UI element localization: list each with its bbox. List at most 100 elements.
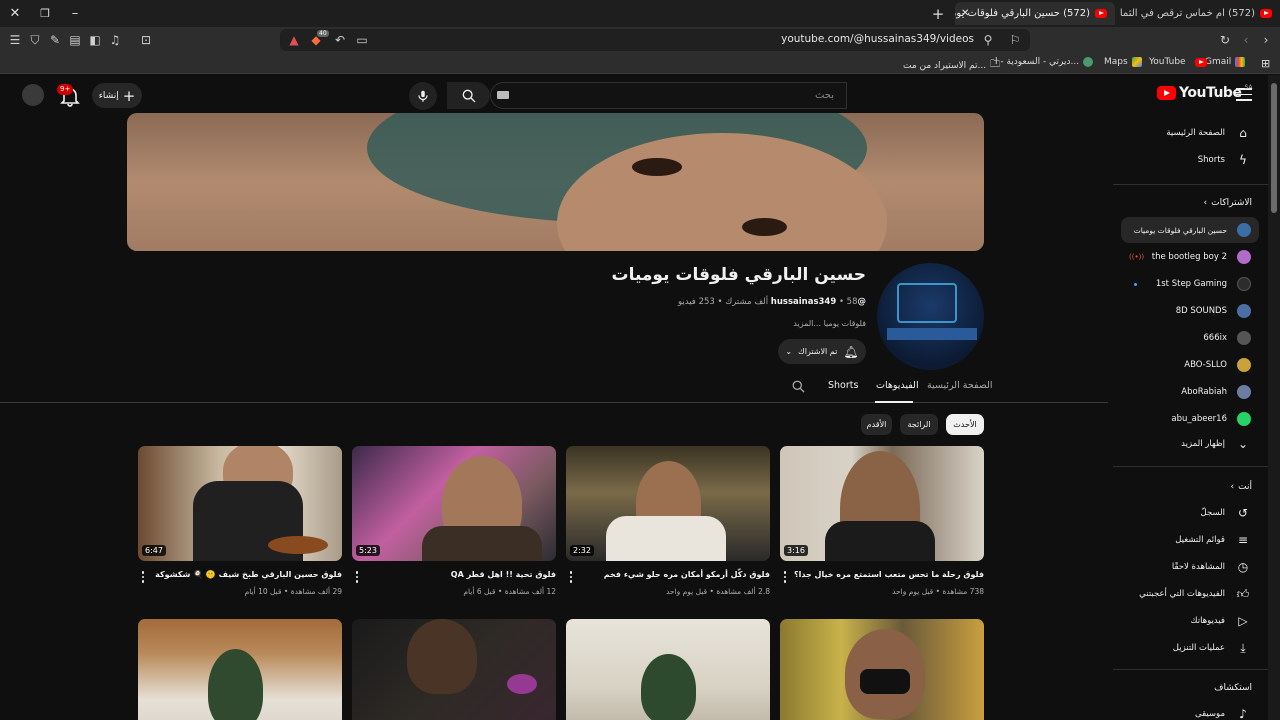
sidebar-sub-item[interactable]: حسين البارقي فلوقات يوميات (1121, 217, 1259, 243)
create-button[interactable]: + إنشاء (92, 83, 142, 108)
channel-search-icon[interactable] (791, 379, 806, 394)
sidebar-item-home[interactable]: الصفحة الرئيسية ⌂ (1121, 120, 1259, 146)
video-thumbnail[interactable] (566, 619, 770, 720)
page-scrollbar[interactable] (1268, 75, 1280, 720)
video-thumbnail[interactable]: 5:23 (352, 446, 556, 561)
back-history-icon[interactable]: ↶ (331, 31, 349, 49)
search-keyboard-icon[interactable] (497, 91, 509, 99)
video-thumbnail[interactable]: 3:16 (780, 446, 984, 561)
video-card[interactable]: 2:32 فلوق دكّل أرمكو أمكان مره حلو شيء ف… (566, 446, 770, 596)
video-thumbnail[interactable] (780, 619, 984, 720)
sidebar-item-history[interactable]: السجلّ ↺ (1121, 500, 1259, 526)
reload-icon[interactable]: ↻ (1216, 31, 1234, 49)
back-icon[interactable]: ‹ (1237, 31, 1255, 49)
tab-active[interactable]: (572) حسين البارقي فلوقات يوميات ✕ (955, 2, 1115, 25)
video-title[interactable]: فلوق رحلة ما تحس متعب استمتع مره خيال جد… (794, 570, 984, 579)
video-thumbnail[interactable]: 6:47 (138, 446, 342, 561)
tab-videos[interactable]: الفيديوهات (876, 380, 919, 391)
more-actions-icon[interactable] (568, 571, 574, 583)
video-card[interactable] (566, 619, 770, 720)
bookmark-icon[interactable]: ⚐ (1006, 31, 1024, 49)
bookmark-youtube[interactable]: YouTube (1149, 57, 1207, 67)
sidebar-sub-item[interactable]: ABO-SLLO (1121, 352, 1259, 378)
sidebar-item-your-videos[interactable]: فيديوهاتك ▷ (1121, 608, 1259, 634)
account-avatar[interactable] (22, 84, 44, 106)
sidebar-sub-item[interactable]: ((•)) the bootleg boy 2 (1121, 244, 1259, 270)
video-card[interactable] (780, 619, 984, 720)
you-heading[interactable]: ‹ أنت (1231, 482, 1252, 492)
video-thumbnail[interactable]: 2:32 (566, 446, 770, 561)
sidebar-item-liked[interactable]: الفيديوهات التي أعجبتني 👍︎ (1121, 581, 1259, 607)
apps-icon[interactable]: ⊞ (1261, 57, 1270, 70)
warning-icon[interactable]: ▲ (285, 31, 303, 49)
bookmark-dirty[interactable]: ديرتي - السعودية - ا... (995, 57, 1094, 67)
home-icon: ⌂ (1239, 126, 1247, 140)
search-input[interactable]: بحث (490, 82, 847, 109)
channel-description[interactable]: فلوقات يوميا ...المزيد (793, 319, 866, 328)
video-card[interactable]: 5:23 فلوق تحية !! اهل قطر QA 12 ألف مشاه… (352, 446, 556, 596)
sidebar-sub-item[interactable]: 8D SOUNDS (1121, 298, 1259, 324)
sidebar-sub-item[interactable]: abu_abeer16 (1121, 406, 1259, 432)
channel-avatar (1237, 250, 1251, 264)
address-bar[interactable]: ▲ ◆ 40 ↶ ▭ youtube.com/@hussainas349/vid… (280, 29, 1030, 51)
video-title[interactable]: فلوق حسين البارقي طبخ شيف 🤫 🍳 شكشوكة (155, 570, 342, 579)
video-duration: 6:47 (142, 545, 166, 556)
video-card[interactable] (138, 619, 342, 720)
restore-window-icon[interactable]: ❐ (30, 0, 60, 27)
minimize-window-icon[interactable]: – (60, 0, 90, 27)
sidebar-sub-item[interactable]: 1st Step Gaming (1121, 271, 1259, 297)
sidebar-sub-item[interactable]: AboRabiah (1121, 379, 1259, 405)
tab-inactive[interactable]: (572) ام خماس ترقص في الثمامة - be (1120, 2, 1280, 25)
channel-avatar (1237, 385, 1251, 399)
sidebar-item-downloads[interactable]: عمليات التنزيل ⤓ (1121, 635, 1259, 661)
video-title[interactable]: فلوق تحية !! اهل قطر QA (451, 570, 556, 579)
sidebar-item-music[interactable]: موسيقى ♪ (1121, 701, 1259, 720)
close-window-icon[interactable]: ✕ (0, 0, 30, 27)
tab-close-icon[interactable]: ✕ (961, 8, 969, 19)
new-tab-icon[interactable]: + (923, 0, 953, 27)
subscribed-button[interactable]: 🔔︎ تم الاشتراك ⌄ (778, 339, 866, 364)
screenshot-icon[interactable]: ⊡ (137, 31, 155, 49)
more-actions-icon[interactable] (140, 571, 146, 583)
pip-icon[interactable]: ▭ (353, 31, 371, 49)
scrollbar-thumb[interactable] (1271, 83, 1277, 213)
video-thumbnail[interactable] (138, 619, 342, 720)
youtube-logo[interactable]: YouTube SA (1157, 84, 1252, 101)
video-card[interactable]: 6:47 فلوق حسين البارقي طبخ شيف 🤫 🍳 شكشوك… (138, 446, 342, 596)
voice-search-button[interactable] (409, 82, 437, 110)
more-actions-icon[interactable] (354, 571, 360, 583)
more-actions-icon[interactable] (782, 571, 788, 583)
forward-icon[interactable]: › (1257, 31, 1275, 49)
bookmark-gmail[interactable]: Gmail (1205, 57, 1246, 67)
show-more-button[interactable]: إظهار المزيد ⌄ (1121, 431, 1259, 457)
video-card[interactable] (352, 619, 556, 720)
pen-icon[interactable]: ✎ (46, 31, 64, 49)
video-thumbnail[interactable] (352, 619, 556, 720)
tab-shorts[interactable]: Shorts (828, 380, 858, 391)
sidebar-item-shorts[interactable]: Shorts ϟ (1121, 147, 1259, 173)
divider (1113, 184, 1268, 185)
bookmark-imported-folder[interactable]: تم الاستيراد من مت... 🗀 (903, 57, 1000, 74)
chip-oldest[interactable]: الأقدم (861, 414, 892, 435)
channel-avatar (1237, 277, 1251, 291)
chip-popular[interactable]: الرائجة (900, 414, 938, 435)
shield-icon[interactable]: ⛉ (26, 31, 44, 49)
search-button[interactable] (447, 82, 490, 109)
tab-home[interactable]: الصفحة الرئيسية (927, 380, 993, 391)
video-count: 253 فيديو (678, 297, 715, 307)
chip-latest[interactable]: الأحدث (946, 414, 984, 435)
music-note-icon[interactable]: ♫ (106, 31, 124, 49)
folder-icon: 🗀 (990, 59, 1001, 70)
sidebar-icon[interactable]: ◧ (86, 31, 104, 49)
reader-icon[interactable]: ▤ (66, 31, 84, 49)
sidebar-sub-item[interactable]: 666ix (1121, 325, 1259, 351)
video-title[interactable]: فلوق دكّل أرمكو أمكان مره حلو شيء فخم (604, 570, 770, 579)
channel-avatar-large[interactable] (877, 263, 984, 370)
subscriptions-heading[interactable]: ‹ الاشتراكات (1204, 198, 1252, 208)
menu-icon[interactable]: ☰ (6, 31, 24, 49)
bookmark-maps[interactable]: Maps (1104, 57, 1142, 67)
site-settings-icon[interactable]: ⚲ (979, 31, 997, 49)
sidebar-item-watch-later[interactable]: المشاهدة لاحقًا ◷ (1121, 554, 1259, 580)
sidebar-item-playlists[interactable]: قوائم التشغيل ≡ (1121, 527, 1259, 553)
video-card[interactable]: 3:16 فلوق رحلة ما تحس متعب استمتع مره خي… (780, 446, 984, 596)
